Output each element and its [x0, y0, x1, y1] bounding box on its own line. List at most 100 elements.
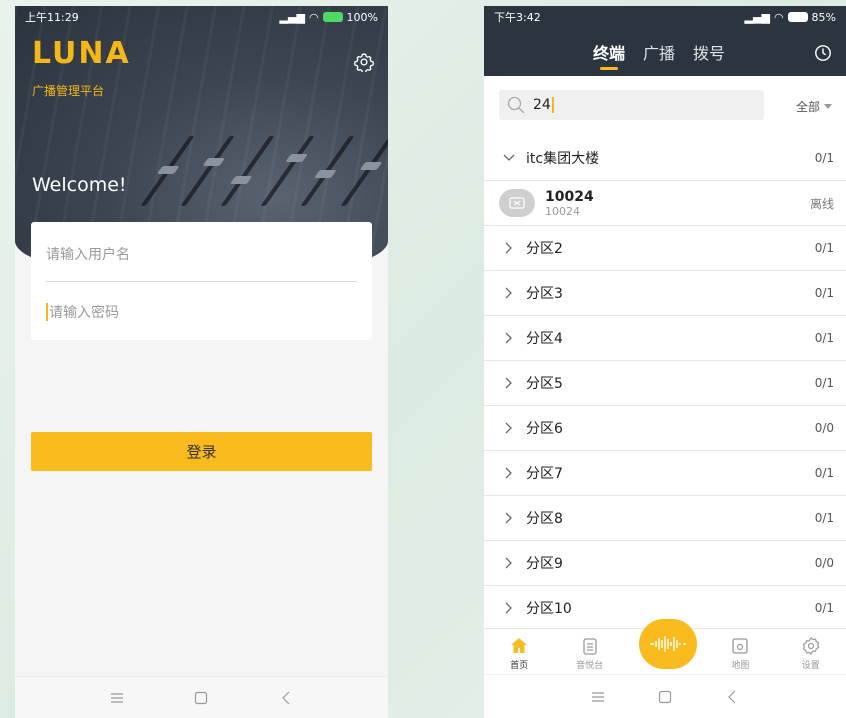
nav-home[interactable]: 首页 — [494, 636, 544, 671]
group-name: 分区4 — [526, 331, 563, 347]
chevron-right-icon — [505, 602, 512, 614]
password-field[interactable]: 请输入密码 — [46, 284, 357, 340]
nav-map[interactable]: 地图 — [715, 636, 765, 671]
signal-icon: ▂▄▆ — [744, 10, 770, 24]
group-name: 分区10 — [526, 601, 572, 617]
search-value: 24 — [533, 97, 551, 113]
group-count: 0/1 — [814, 286, 834, 300]
battery-icon — [322, 12, 343, 22]
group-row[interactable]: 分区6 0/0 — [484, 406, 846, 451]
tab-broadcast[interactable]: 广播 — [643, 40, 675, 74]
group-count: 0/1 — [814, 331, 834, 345]
login-screen: 上午11:29 ▂▄▆ ◠ 100% LUNA 广播管理平台 Welcome! … — [15, 6, 388, 718]
text-cursor — [551, 97, 554, 113]
back-icon[interactable] — [720, 685, 744, 709]
battery-level: 85% — [811, 10, 836, 24]
tab-dial[interactable]: 拨号 — [693, 40, 725, 74]
battery-icon — [787, 12, 808, 22]
filter-dropdown[interactable]: 全部 — [796, 98, 832, 115]
system-nav-bar — [484, 674, 846, 718]
waveform-icon — [650, 636, 686, 652]
group-count: 0/1 — [814, 376, 834, 390]
mixer-background — [125, 126, 388, 236]
nav-settings[interactable]: 设置 — [786, 636, 836, 671]
group-row[interactable]: 分区3 0/1 — [484, 271, 846, 316]
clock-icon[interactable] — [814, 44, 832, 62]
chevron-right-icon — [505, 467, 512, 479]
group-count: 0/0 — [814, 556, 834, 570]
password-placeholder: 请输入密码 — [49, 305, 119, 321]
group-row-expanded[interactable]: itc集团大楼 0/1 — [484, 136, 846, 181]
nav-label: 首页 — [510, 661, 529, 671]
group-row[interactable]: 分区8 0/1 — [484, 496, 846, 541]
status-time: 上午11:29 — [25, 11, 79, 24]
filter-label: 全部 — [795, 100, 820, 114]
speaker-icon — [499, 189, 535, 217]
group-count: 0/1 — [814, 241, 834, 255]
terminal-list-screen: 下午3:42 ▂▄▆ ◠ 85% 终端 广播 拨号 24 全部 itc集团大楼 … — [484, 6, 846, 718]
home-icon[interactable] — [653, 685, 677, 709]
login-form: 请输入用户名 请输入密码 — [31, 222, 372, 340]
group-name: 分区2 — [526, 241, 563, 257]
username-placeholder: 请输入用户名 — [46, 246, 130, 263]
home-icon[interactable] — [189, 686, 213, 710]
nav-label: 音悦台 — [576, 661, 604, 671]
app-header: 下午3:42 ▂▄▆ ◠ 85% 终端 广播 拨号 — [484, 6, 846, 76]
welcome-text: Welcome! — [32, 174, 127, 196]
tab-label: 终端 — [592, 44, 625, 63]
group-name: 分区5 — [526, 376, 563, 392]
signal-icon: ▂▄▆ — [279, 10, 305, 24]
search-input[interactable]: 24 — [499, 90, 764, 120]
chevron-right-icon — [505, 242, 512, 254]
gear-icon[interactable] — [354, 52, 374, 72]
chevron-right-icon — [505, 287, 512, 299]
back-icon[interactable] — [274, 686, 298, 710]
battery-level: 100% — [346, 10, 378, 24]
device-id: 10024 — [545, 204, 580, 218]
chevron-right-icon — [505, 377, 512, 389]
system-nav-bar — [15, 676, 388, 718]
search-icon — [507, 96, 525, 114]
app-logo: LUNA — [32, 36, 131, 71]
chevron-right-icon — [505, 422, 512, 434]
tab-label: 广播 — [642, 44, 675, 63]
group-row[interactable]: 分区7 0/1 — [484, 451, 846, 496]
group-count: 0/1 — [814, 511, 834, 525]
group-row[interactable]: 分区9 0/0 — [484, 541, 846, 586]
nav-label: 地图 — [731, 661, 750, 671]
menu-icon[interactable] — [586, 685, 610, 709]
status-icons: ▂▄▆ ◠ 100% — [280, 11, 378, 24]
group-row[interactable]: 分区4 0/1 — [484, 316, 846, 361]
group-count: 0/1 — [814, 601, 834, 615]
group-row[interactable]: 分区5 0/1 — [484, 361, 846, 406]
tab-indicator — [599, 67, 618, 70]
status-bar: 上午11:29 ▂▄▆ ◠ 100% — [15, 6, 388, 28]
status-icons: ▂▄▆ ◠ 85% — [745, 11, 836, 24]
map-icon — [732, 638, 749, 654]
chevron-down-icon — [824, 104, 832, 109]
home-icon — [511, 638, 528, 653]
group-name: 分区3 — [526, 286, 563, 302]
app-subtitle: 广播管理平台 — [32, 84, 105, 98]
group-name: itc集团大楼 — [526, 151, 600, 167]
group-count: 0/1 — [814, 151, 834, 165]
group-name: 分区9 — [526, 556, 563, 572]
status-time: 下午3:42 — [494, 11, 541, 24]
wifi-icon: ◠ — [308, 10, 319, 24]
chevron-right-icon — [505, 557, 512, 569]
group-name: 分区7 — [526, 466, 563, 482]
tab-label: 拨号 — [693, 44, 726, 63]
nav-music[interactable]: 音悦台 — [565, 636, 615, 671]
menu-icon[interactable] — [105, 686, 129, 710]
group-row[interactable]: 分区2 0/1 — [484, 226, 846, 271]
wifi-icon: ◠ — [773, 10, 784, 24]
device-name: 10024 — [545, 188, 594, 205]
tab-terminal[interactable]: 终端 — [593, 40, 625, 74]
group-name: 分区8 — [526, 511, 563, 527]
login-button[interactable]: 登录 — [31, 432, 372, 471]
device-row[interactable]: 10024 10024 离线 — [484, 181, 846, 226]
username-field[interactable]: 请输入用户名 — [46, 226, 357, 282]
device-status: 离线 — [809, 196, 834, 211]
broadcast-talk-button[interactable] — [639, 619, 697, 669]
clipboard-icon — [582, 638, 597, 655]
